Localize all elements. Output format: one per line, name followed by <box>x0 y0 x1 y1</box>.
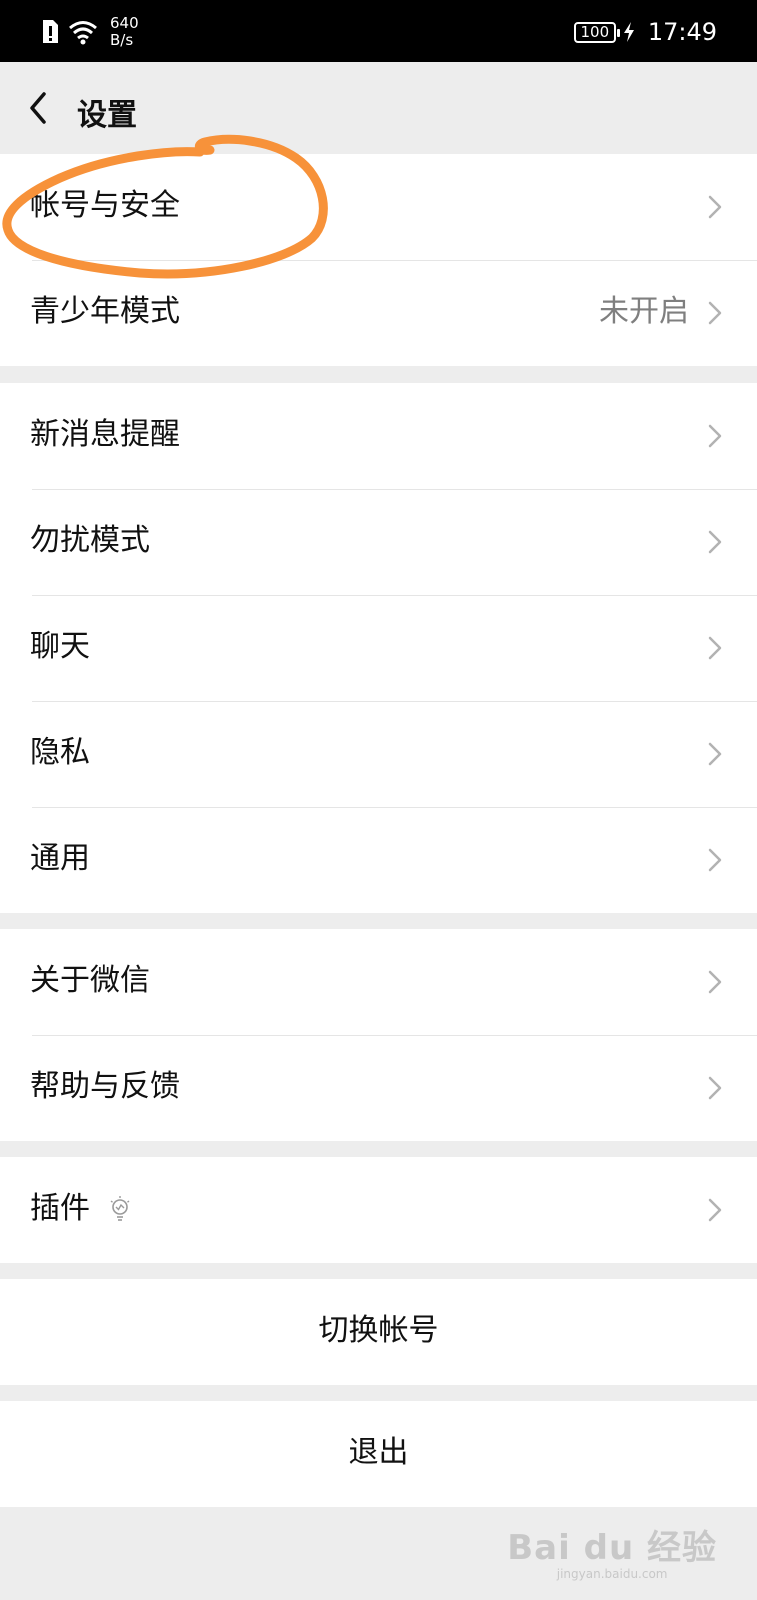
logout-label: 退出 <box>348 1435 409 1470</box>
sim-alert-icon <box>43 20 58 43</box>
baidu-watermark: Bai du 经验 jingyan.baidu.com <box>507 1520 717 1581</box>
network-speed-value: 640 <box>110 14 139 32</box>
watermark-main: Bai du 经验 <box>507 1528 717 1568</box>
settings-item-label: 青少年模式 <box>30 294 180 329</box>
chevron-right-icon <box>708 424 722 448</box>
network-speed: 640 B/s <box>110 15 139 49</box>
settings-group-about: 关于微信 帮助与反馈 <box>0 929 757 1141</box>
settings-item-chat[interactable]: 聊天 <box>0 595 757 701</box>
switch-account-button[interactable]: 切换帐号 <box>0 1279 757 1385</box>
settings-item-privacy[interactable]: 隐私 <box>0 701 757 807</box>
settings-item-label: 插件 <box>30 1191 90 1226</box>
chevron-right-icon <box>708 301 722 325</box>
settings-item-about-wechat[interactable]: 关于微信 <box>0 929 757 1035</box>
settings-group-general: 新消息提醒 勿扰模式 聊天 隐私 通用 <box>0 383 757 913</box>
settings-group-plugins: 插件 <box>0 1157 757 1263</box>
chevron-right-icon <box>708 195 722 219</box>
settings-item-label: 隐私 <box>30 735 90 770</box>
settings-item-label: 通用 <box>30 841 90 876</box>
settings-item-help-feedback[interactable]: 帮助与反馈 <box>0 1035 757 1141</box>
chevron-right-icon <box>708 742 722 766</box>
chevron-right-icon <box>708 970 722 994</box>
chevron-right-icon <box>708 636 722 660</box>
logout-group: 退出 <box>0 1401 757 1507</box>
settings-item-general[interactable]: 通用 <box>0 807 757 913</box>
watermark-sub: jingyan.baidu.com <box>556 1567 668 1581</box>
status-left: 640 B/s <box>40 14 139 50</box>
settings-item-label: 聊天 <box>30 629 90 664</box>
clock: 17:49 <box>647 18 717 46</box>
settings-item-label: 新消息提醒 <box>30 417 180 452</box>
status-right: 100 17:49 <box>573 14 717 50</box>
switch-account-label: 切换帐号 <box>318 1313 439 1348</box>
chevron-right-icon <box>708 530 722 554</box>
settings-item-notifications[interactable]: 新消息提醒 <box>0 383 757 489</box>
logout-button[interactable]: 退出 <box>0 1401 757 1507</box>
settings-item-plugins[interactable]: 插件 <box>0 1157 757 1263</box>
settings-item-label: 帮助与反馈 <box>30 1069 180 1104</box>
settings-item-account-security[interactable]: 帐号与安全 <box>0 154 757 260</box>
wifi-icon <box>69 21 97 45</box>
settings-group-account: 帐号与安全 青少年模式 未开启 <box>0 154 757 366</box>
lightbulb-icon <box>110 1196 130 1221</box>
chevron-right-icon <box>708 1198 722 1222</box>
chevron-left-icon[interactable] <box>24 88 54 128</box>
status-bar: 640 B/s 100 17:49 <box>0 0 757 62</box>
settings-item-do-not-disturb[interactable]: 勿扰模式 <box>0 489 757 595</box>
settings-item-label: 帐号与安全 <box>30 188 180 223</box>
battery-indicator: 100 <box>573 21 620 43</box>
network-speed-unit: B/s <box>110 31 134 49</box>
switch-account-group: 切换帐号 <box>0 1279 757 1385</box>
settings-item-teen-mode[interactable]: 青少年模式 未开启 <box>0 260 757 366</box>
teen-mode-status: 未开启 <box>599 294 689 329</box>
nav-header: 设置 <box>0 62 757 154</box>
settings-item-label: 勿扰模式 <box>30 523 150 558</box>
page-title: 设置 <box>77 98 137 133</box>
settings-item-label: 关于微信 <box>30 963 150 998</box>
chevron-right-icon <box>708 1076 722 1100</box>
chevron-right-icon <box>708 848 722 872</box>
charging-icon <box>623 22 634 42</box>
